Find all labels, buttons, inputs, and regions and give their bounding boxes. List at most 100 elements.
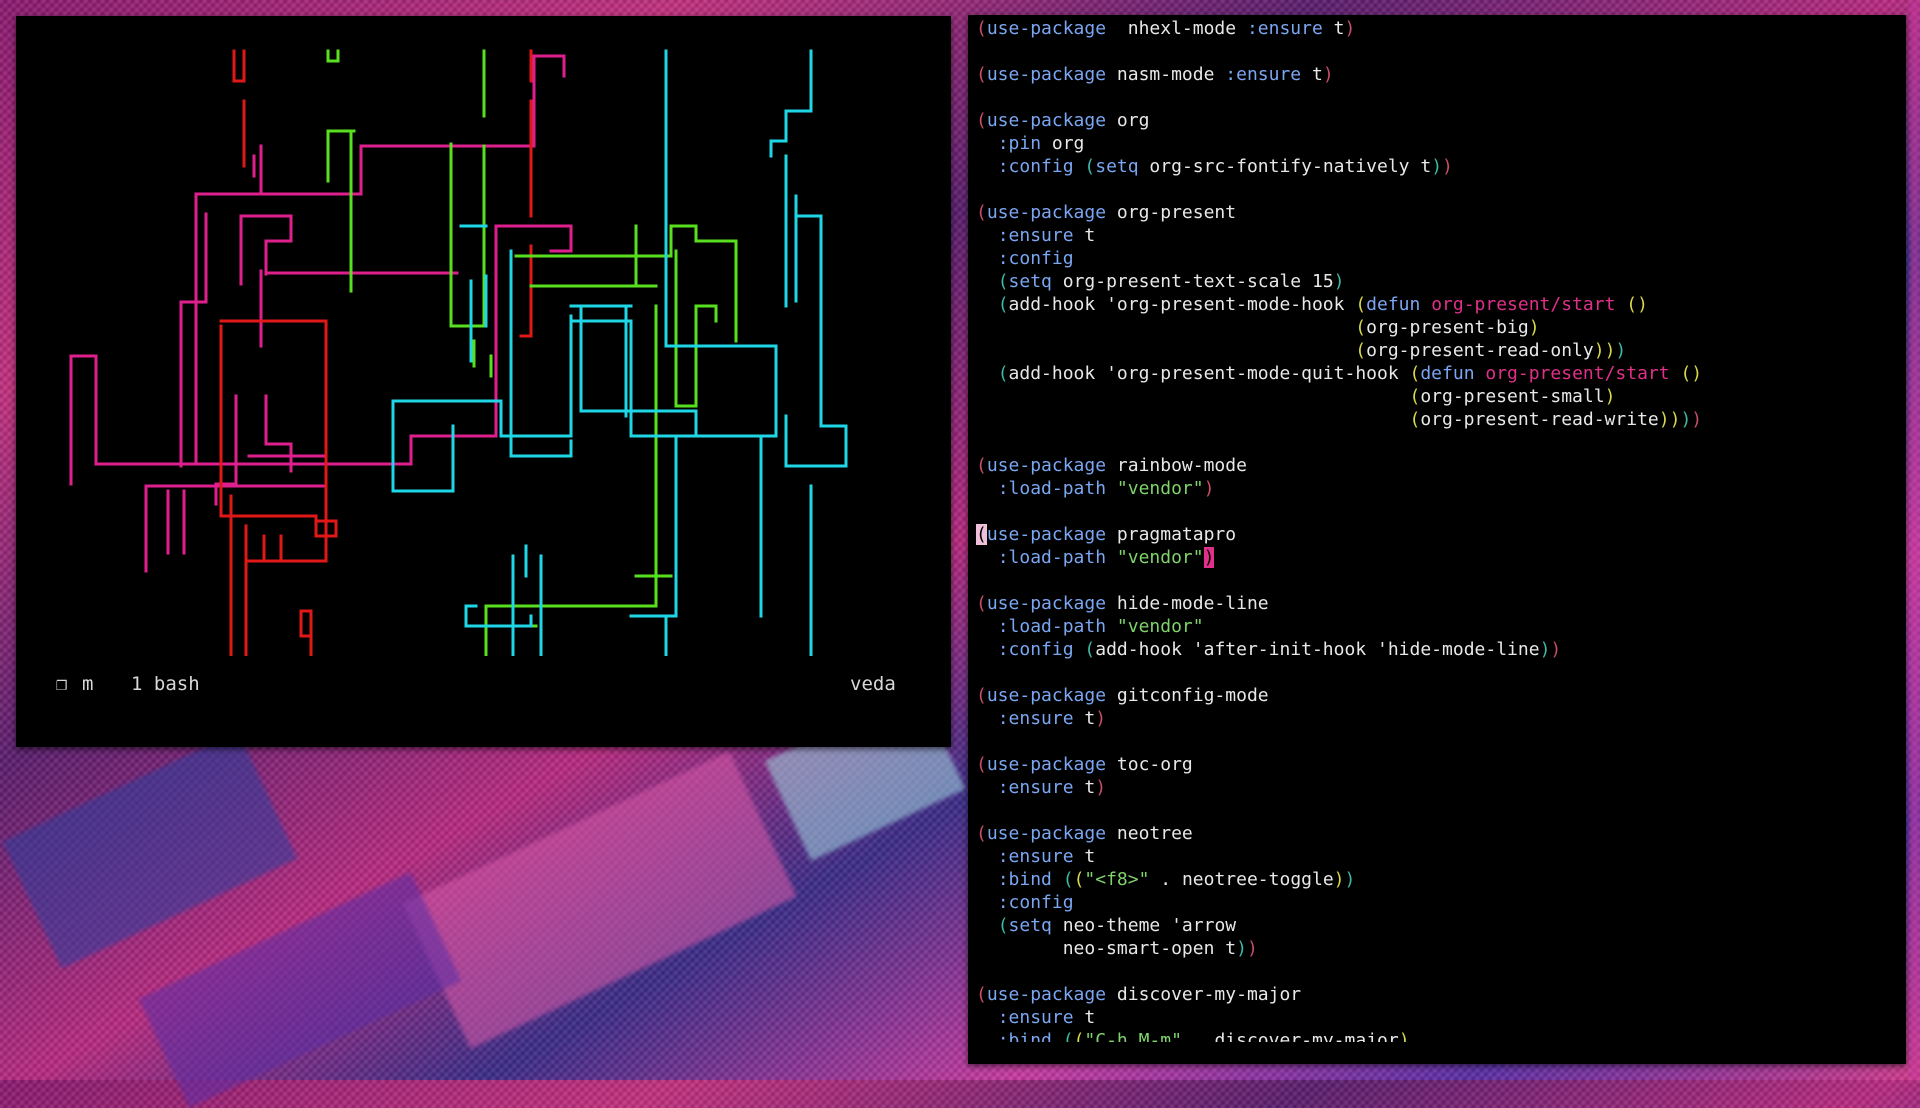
code-token: toc-org (1106, 754, 1193, 775)
pipe-segment (629, 434, 763, 656)
code-token: ( (1355, 317, 1367, 338)
code-token: org (1041, 133, 1085, 154)
code-token: ( (997, 915, 1009, 936)
code-token: org-present-read-only (1366, 340, 1594, 361)
code-line: :pin org (976, 132, 1896, 155)
code-line: :ensure t (976, 1006, 1896, 1029)
code-token: :bind (997, 1030, 1052, 1042)
pipe-segment (784, 194, 848, 468)
code-token: ( (997, 271, 1009, 292)
code-token: ( (976, 984, 987, 1005)
code-token: ) (1691, 409, 1703, 430)
emacs-window[interactable]: (use-package nhexl-mode :ensure t) (use-… (968, 15, 1906, 1064)
code-line: (setq neo-theme 'arrow (976, 914, 1896, 937)
code-token: use-package (986, 524, 1107, 545)
code-token: :ensure (1225, 64, 1302, 85)
code-token: ( (976, 455, 987, 476)
code-line: :load-path "vendor") (976, 477, 1896, 500)
code-token: ) (1431, 156, 1443, 177)
code-token: ) (1344, 869, 1356, 890)
code-token: t (1073, 708, 1096, 729)
terminal-window[interactable]: ❐ m 1 bash veda (16, 16, 951, 747)
code-token: ) (1236, 938, 1247, 959)
code-line: (use-package discover-my-major (976, 983, 1896, 1006)
code-token: t (1301, 64, 1323, 85)
code-token: :config (997, 639, 1074, 660)
pipe-segment (472, 339, 493, 378)
code-token: t (1073, 1007, 1096, 1028)
pipe-segment (69, 54, 566, 486)
code-token: :load-path (997, 616, 1107, 637)
code-token: use-package (986, 110, 1107, 131)
code-token: nhexl-mode (1106, 18, 1247, 39)
code-token: ) (1203, 478, 1215, 499)
code-token: ( (976, 754, 987, 775)
wallpaper-blot (1910, 0, 1920, 1080)
pipe-segment (214, 214, 459, 506)
code-token: t (1322, 18, 1345, 39)
code-token: ( (1062, 1030, 1074, 1042)
pipe-segment (194, 224, 573, 466)
code-token: :load-path (997, 478, 1107, 499)
code-line: (use-package hide-mode-line (976, 592, 1896, 615)
code-token: org-present (1106, 202, 1237, 223)
code-line: (use-package toc-org (976, 753, 1896, 776)
code-line: (use-package org (976, 109, 1896, 132)
code-token: use-package (986, 64, 1107, 85)
code-token: :ensure (997, 225, 1074, 246)
code-token: use-package (986, 593, 1107, 614)
code-token: neotree (1106, 823, 1193, 844)
code-token: ( (1409, 409, 1421, 430)
code-line: :load-path "vendor") (976, 546, 1896, 569)
tmux-session-icon: ❐ (56, 673, 68, 695)
code-token: setq (1008, 271, 1052, 292)
code-token: ) (1322, 64, 1334, 85)
code-token: "C-h M-m" (1084, 1030, 1182, 1042)
code-line: (use-package rainbow-mode (976, 454, 1896, 477)
code-token: ) (1344, 18, 1356, 39)
code-token: ) (1593, 340, 1605, 361)
code-token: gitconfig-mode (1106, 685, 1269, 706)
code-token: org (1106, 110, 1150, 131)
code-token: add-hook 'org-present-mode-hook (1008, 294, 1356, 315)
code-token: ) (1528, 317, 1540, 338)
code-line: (setq org-present-text-scale 15) (976, 270, 1896, 293)
code-token: use-package (986, 685, 1107, 706)
code-token: ( (976, 524, 987, 545)
tmux-window-tab[interactable]: 1 bash (131, 673, 200, 695)
code-token: use-package (986, 754, 1107, 775)
code-line: :config (976, 247, 1896, 270)
code-token: use-package (986, 202, 1107, 223)
code-token: :config (997, 156, 1074, 177)
code-token: t (1073, 777, 1096, 798)
code-line: :config (976, 891, 1896, 914)
code-line: (use-package neotree (976, 822, 1896, 845)
code-line: (use-package nasm-mode :ensure t) (976, 63, 1896, 86)
code-token: use-package (986, 455, 1107, 476)
code-buffer[interactable]: (use-package nhexl-mode :ensure t) (use-… (976, 17, 1896, 1042)
code-token: nasm-mode (1106, 64, 1226, 85)
